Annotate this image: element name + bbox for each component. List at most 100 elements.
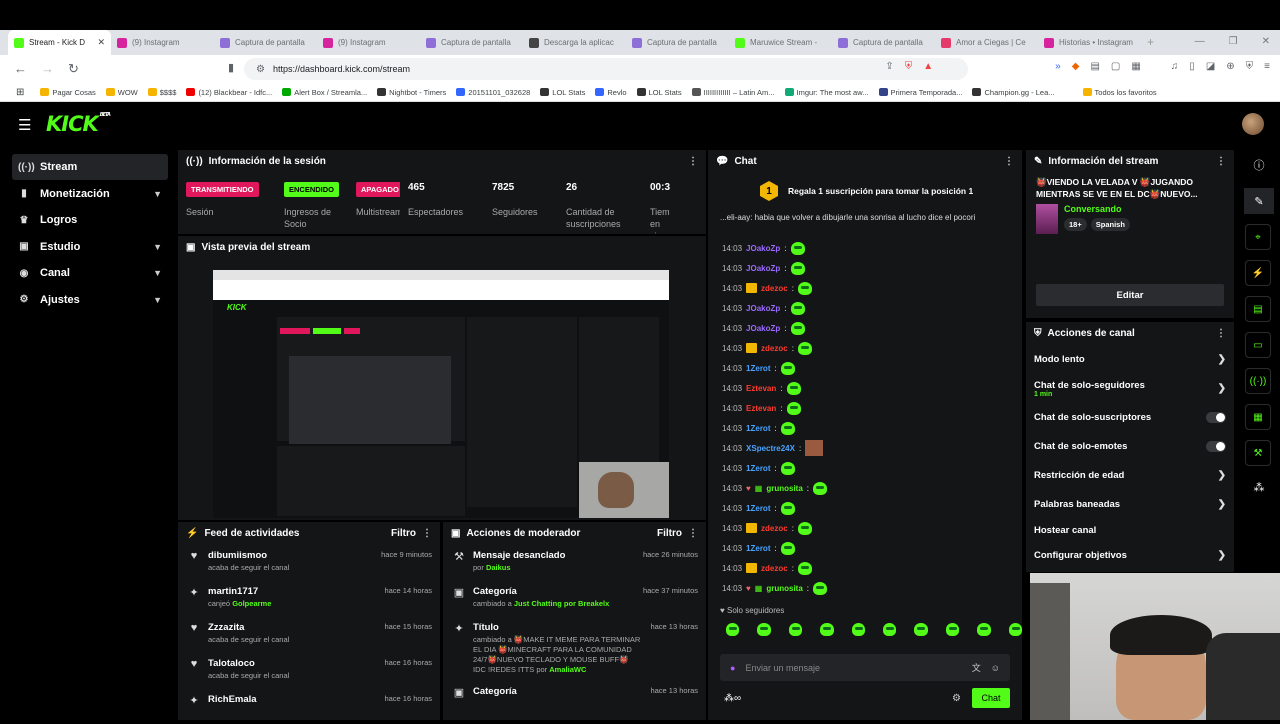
tag-badge[interactable]: Spanish: [1090, 218, 1130, 231]
chat-username[interactable]: 1Zerot: [746, 424, 770, 433]
ext-7-icon[interactable]: ⊕: [1226, 61, 1234, 72]
chat-message[interactable]: 14:03 1Zerot:: [708, 358, 1022, 378]
bookmark-item[interactable]: Todos los favoritos: [1082, 88, 1157, 97]
chat-username[interactable]: zdezoc: [761, 284, 788, 293]
chat-username[interactable]: JOakoZp: [746, 324, 780, 333]
browser-tab[interactable]: Captura de pantalla: [214, 30, 317, 55]
channel-action[interactable]: Palabras baneadas ❯: [1026, 490, 1234, 519]
channel-action[interactable]: Chat de solo-emotes: [1026, 432, 1234, 461]
vpn-icon[interactable]: ⛨: [1246, 61, 1254, 72]
more-icon[interactable]: ⋮: [688, 156, 698, 167]
bookmark-item[interactable]: Alert Box / Streamla...: [282, 88, 367, 97]
chat-username[interactable]: zdezoc: [761, 344, 788, 353]
chat-message[interactable]: 14:03 zdezoc:: [708, 558, 1022, 578]
mod-action-item[interactable]: ▣ Categoría cambiado a Just Chatting por B…: [443, 580, 706, 616]
toggle-switch[interactable]: [1206, 412, 1226, 423]
edit-button[interactable]: Editar: [1036, 284, 1224, 306]
browser-tab[interactable]: Captura de pantalla: [420, 30, 523, 55]
browser-tab[interactable]: Maruwice Stream -: [729, 30, 832, 55]
bookmark-item[interactable]: 20151101_032628: [456, 88, 530, 97]
chat-username[interactable]: zdezoc: [761, 564, 788, 573]
toggle-switch[interactable]: [1206, 441, 1226, 452]
forward-icon[interactable]: →: [41, 61, 54, 77]
stream-preview[interactable]: KICK: [213, 270, 669, 518]
chat-message[interactable]: 14:03 Eztevan:: [708, 398, 1022, 418]
channel-action[interactable]: Chat de solo-seguidores 1 min ❯: [1026, 374, 1234, 403]
edit-icon[interactable]: ✎: [1244, 188, 1274, 214]
browser-tab[interactable]: (9) Instagram: [111, 30, 214, 55]
ext-1-icon[interactable]: »: [1055, 61, 1061, 72]
chat-message[interactable]: 14:03 ♥ ▦ grunosita:: [708, 478, 1022, 498]
browser-tab[interactable]: (9) Instagram: [317, 30, 420, 55]
more-icon[interactable]: ⋮: [1216, 156, 1226, 167]
ext-2-icon[interactable]: ◆: [1072, 61, 1080, 72]
chat-username[interactable]: 1Zerot: [746, 544, 770, 553]
translate-icon[interactable]: 文: [972, 661, 981, 674]
mic-icon[interactable]: ●: [730, 663, 735, 673]
bookmark-item[interactable]: LOL Stats: [636, 88, 682, 97]
chat-message[interactable]: 14:03 JOakoZp:: [708, 318, 1022, 338]
bookmark-star-icon[interactable]: ▮: [228, 61, 234, 74]
bookmark-item[interactable]: Primera Temporada...: [878, 88, 962, 97]
chat-username[interactable]: JOakoZp: [746, 264, 780, 273]
feed-item[interactable]: ♥ Talotaloco acaba de seguir el canal hace …: [178, 652, 440, 688]
sidebar-icon[interactable]: ▯: [1189, 61, 1195, 72]
server-icon[interactable]: ▦: [1245, 404, 1271, 430]
chat-message[interactable]: 14:03 1Zerot:: [708, 538, 1022, 558]
feed-filter-button[interactable]: Filtro: [391, 528, 416, 539]
sidebar-item-estudio[interactable]: ▣ Estudio ▼: [12, 234, 168, 260]
chat-username[interactable]: 1Zerot: [746, 464, 770, 473]
feed-item[interactable]: ♥ Zzzazita acaba de seguir el canal hace 15…: [178, 616, 440, 652]
gear-icon[interactable]: ⚙: [952, 693, 961, 704]
mod-action-item[interactable]: ▣ Categoría hace 13 horas: [443, 680, 706, 716]
send-chat-button[interactable]: Chat: [972, 688, 1010, 708]
pinned-gift[interactable]: 1 Regala 1 suscripción para tomar la pos…: [708, 172, 1022, 204]
chat-tools-icon[interactable]: ⁂∞: [724, 693, 741, 704]
feed-item[interactable]: ✦ martin1717 canjeó Golpearme hace 14 horas: [178, 580, 440, 616]
more-icon[interactable]: ⋮: [1004, 156, 1014, 167]
browser-tab[interactable]: Historias • Instagram: [1038, 30, 1141, 55]
browser-tab[interactable]: Captura de pantalla: [832, 30, 935, 55]
ext-6-icon[interactable]: ◪: [1206, 61, 1215, 72]
ext-3-icon[interactable]: ▤: [1090, 61, 1099, 72]
broadcast-icon[interactable]: ((·)): [1245, 368, 1271, 394]
chat-username[interactable]: grunosita: [766, 584, 802, 593]
new-tab-icon[interactable]: +: [1147, 35, 1154, 49]
chat-message[interactable]: 14:03 1Zerot:: [708, 498, 1022, 518]
sidebar-item-ajustes[interactable]: ⚙ Ajustes ▼: [12, 287, 168, 313]
chat-message[interactable]: 14:03 JOakoZp:: [708, 298, 1022, 318]
chat-username[interactable]: grunosita: [766, 484, 802, 493]
feed-item[interactable]: ✦ RichEmala hace 16 horas: [178, 688, 440, 724]
chat-username[interactable]: Eztevan: [746, 404, 776, 413]
menu-icon[interactable]: ≡: [1264, 61, 1270, 72]
kick-logo[interactable]: KICK BETA: [46, 112, 111, 136]
chat-message[interactable]: 14:03 Eztevan:: [708, 378, 1022, 398]
bookmark-item[interactable]: Revlo: [595, 88, 627, 97]
bookmark-item[interactable]: WOW: [105, 88, 138, 97]
chat-username[interactable]: zdezoc: [761, 524, 788, 533]
channel-action[interactable]: Restricción de edad ❯: [1026, 461, 1234, 490]
chat-username[interactable]: XSpectre24X: [746, 444, 795, 453]
chat-message[interactable]: 14:03 zdezoc:: [708, 278, 1022, 298]
emote-bar[interactable]: [708, 615, 1023, 636]
more-icon[interactable]: ⋮: [1216, 328, 1226, 339]
browser-tab[interactable]: Captura de pantalla: [626, 30, 729, 55]
ext-4-icon[interactable]: ▢: [1111, 61, 1120, 72]
chat-username[interactable]: 1Zerot: [746, 364, 770, 373]
url-field[interactable]: ⚙ https://dashboard.kick.com/stream: [244, 58, 968, 80]
mod-action-item[interactable]: ✦ Título cambiado a 👹MAKE IT MEME PARA TER…: [443, 616, 706, 680]
bookmark-item[interactable]: Nightbot - Timers: [377, 88, 446, 97]
window-controls[interactable]: — ❐ ✕: [1195, 36, 1270, 47]
sidebar-item-canal[interactable]: ◉ Canal ▼: [12, 260, 168, 286]
chat-message[interactable]: 14:03 ♥ ▦ grunosita:: [708, 578, 1022, 598]
bookmark-item[interactable]: $$$$: [147, 88, 176, 97]
category-name[interactable]: Conversando: [1064, 204, 1130, 214]
chat-username[interactable]: 1Zerot: [746, 504, 770, 513]
bookmark-item[interactable]: Champion.gg - Lea...: [972, 88, 1055, 97]
browser-tab[interactable]: Stream - Kick D ✕: [8, 30, 111, 55]
hamburger-icon[interactable]: ☰: [18, 116, 31, 134]
feed-item[interactable]: ♥ dibumiismoo acaba de seguir el canal hace…: [178, 544, 440, 580]
tag-badge[interactable]: 18+: [1064, 218, 1087, 231]
close-icon[interactable]: ✕: [97, 37, 105, 48]
chat-username[interactable]: JOakoZp: [746, 304, 780, 313]
